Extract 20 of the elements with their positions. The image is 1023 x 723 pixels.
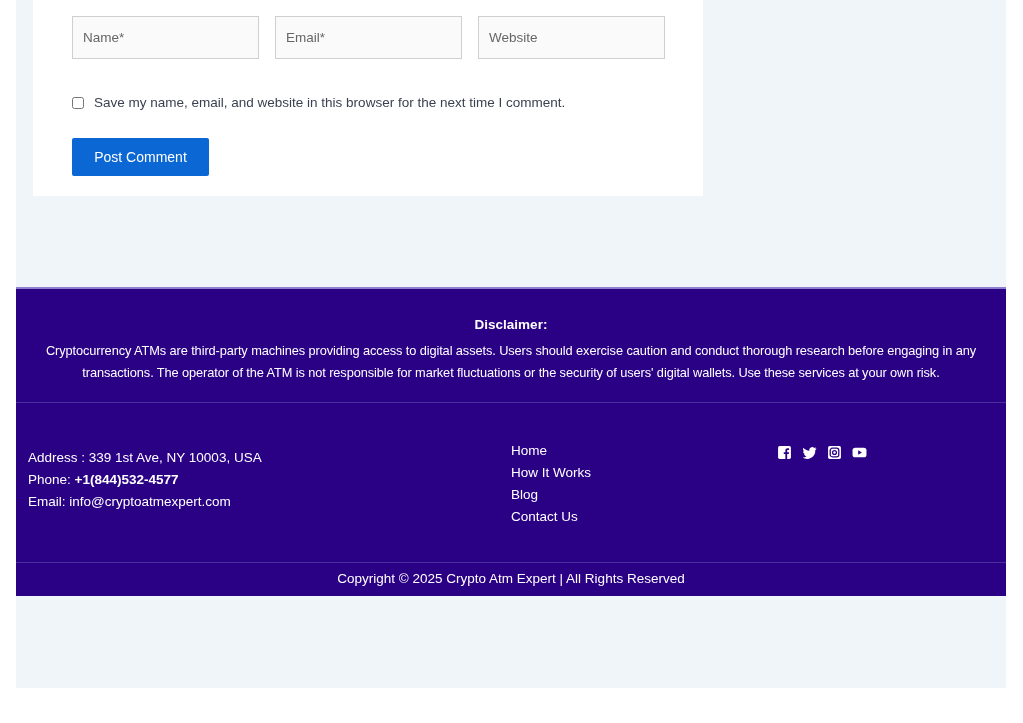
- copyright-text: Copyright © 2025 Crypto Atm Expert | All Rights Reserved: [337, 570, 685, 589]
- contact-info: Address : 339 1st Ave, NY 10003, USA: [28, 449, 263, 467]
- footer-link[interactable]: Home: [511, 441, 547, 460]
- bird-icon[interactable]: [802, 445, 817, 460]
- footer-link[interactable]: Blog: [511, 485, 539, 504]
- consent-checkbox[interactable]: [72, 97, 84, 110]
- facebook-icon[interactable]: [777, 445, 792, 460]
- footer-link[interactable]: Contact Us: [511, 507, 578, 526]
- consent-label: Save my name, email, and website in this browser for the next time I comment.: [94, 94, 566, 112]
- disclaimer-text: Cryptocurrency ATMs are third-party machines providing access to digital assets. Users should exercise caution and conduct thorough research before engaging in any transactions. The operator of the ATM is not responsible for market fluctuations or the security of users' digital wallets. Use these services at your own risk.: [44, 342, 978, 382]
- footer-link[interactable]: How It Works: [511, 463, 591, 482]
- text-input-field[interactable]: Website: [478, 16, 665, 59]
- disclaimer-title: Disclaimer:: [474, 316, 548, 334]
- play-button-icon[interactable]: [852, 445, 867, 460]
- instagram-icon[interactable]: [827, 445, 842, 460]
- text-input-field[interactable]: Name*: [72, 16, 259, 59]
- contact-info: Phone: +1(844)532-4577: [28, 471, 180, 489]
- contact-info: Email: info@cryptoatmexpert.com: [28, 493, 232, 511]
- text-input-field[interactable]: Email*: [275, 16, 462, 59]
- post-comment-button[interactable]: Post Comment: [72, 138, 209, 177]
